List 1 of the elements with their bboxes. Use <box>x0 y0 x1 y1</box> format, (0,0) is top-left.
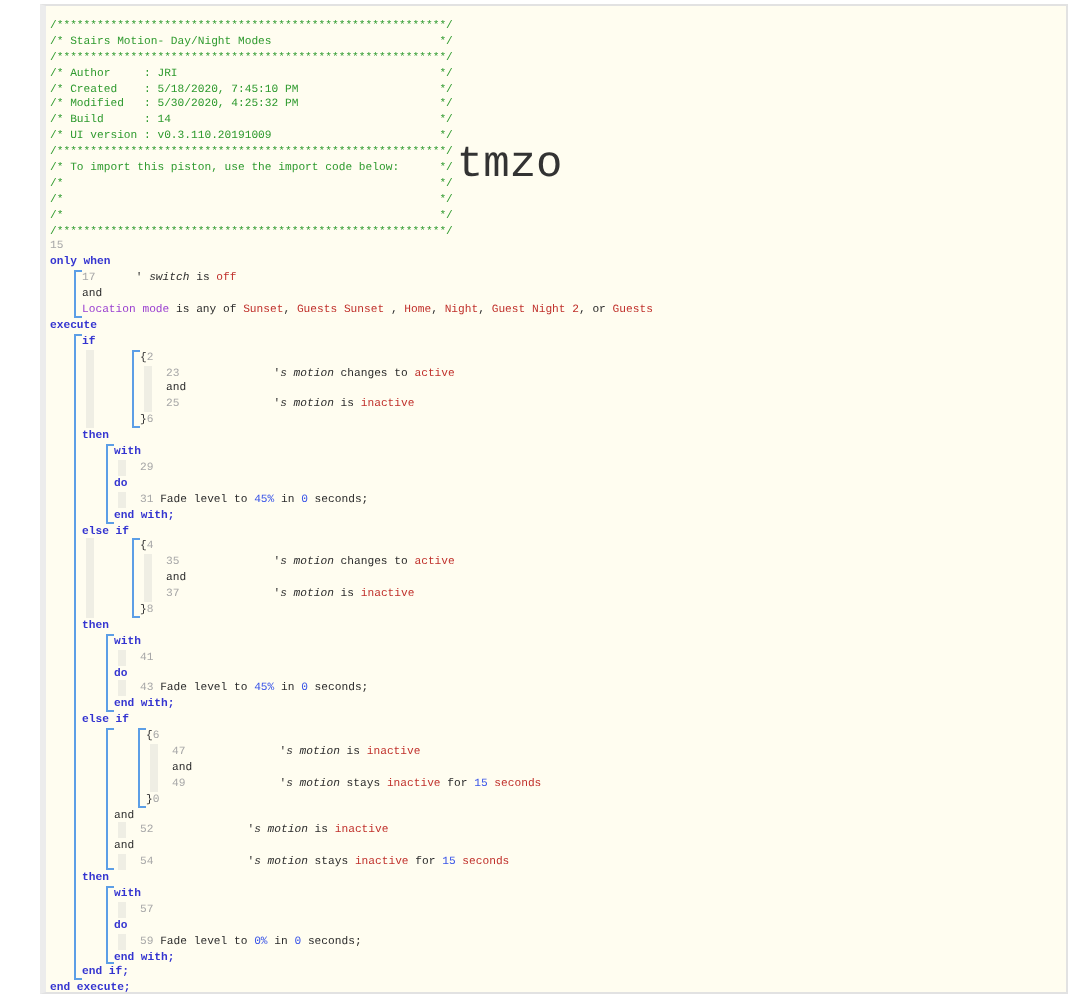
import-code: tmzo <box>456 144 563 194</box>
